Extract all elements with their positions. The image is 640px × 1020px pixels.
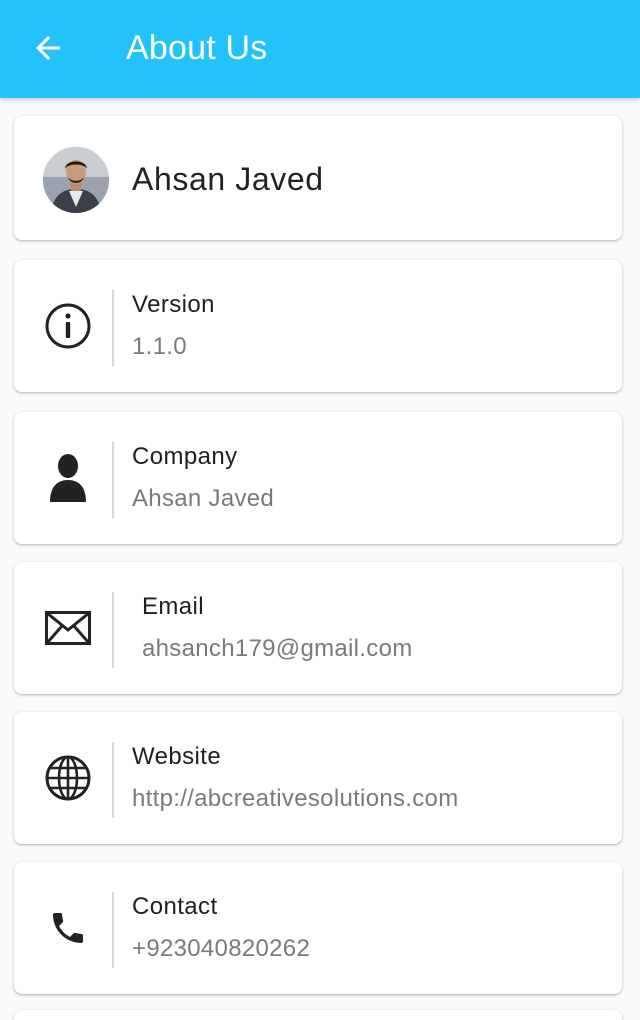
back-button[interactable]: [24, 24, 72, 72]
person-icon: [42, 452, 94, 504]
contact-card[interactable]: Contact +923040820262: [14, 862, 622, 994]
divider: [112, 442, 114, 518]
arrow-left-icon: [36, 36, 60, 60]
envelope-icon: [42, 602, 94, 654]
version-value: 1.1.0: [132, 333, 187, 360]
info-icon: [42, 300, 94, 352]
company-label: Company: [132, 443, 238, 470]
app-bar: About Us: [0, 0, 640, 98]
divider: [112, 290, 114, 366]
page-title: About Us: [126, 29, 268, 67]
next-card[interactable]: [14, 1010, 622, 1020]
contact-label: Contact: [132, 893, 218, 920]
divider: [112, 892, 114, 968]
contact-value[interactable]: +923040820262: [132, 934, 310, 964]
email-value[interactable]: ahsanch179@gmail.com: [142, 634, 413, 664]
divider: [112, 742, 114, 818]
avatar: [43, 147, 109, 213]
divider: [112, 592, 114, 668]
website-label: Website: [132, 743, 222, 770]
profile-card[interactable]: Ahsan Javed: [14, 116, 622, 240]
version-label: Version: [132, 291, 215, 318]
about-content: Ahsan Javed Version 1.1.0 Company Ahsan …: [0, 98, 640, 1020]
website-card[interactable]: Website http://abcreativesolutions.com: [14, 712, 622, 844]
email-label: Email: [142, 593, 205, 620]
phone-icon: [42, 902, 94, 954]
profile-name: Ahsan Javed: [132, 161, 324, 197]
email-card[interactable]: Email ahsanch179@gmail.com: [14, 562, 622, 694]
website-value[interactable]: http://abcreativesolutions.com: [132, 784, 459, 814]
company-card[interactable]: Company Ahsan Javed: [14, 412, 622, 544]
company-value: Ahsan Javed: [132, 485, 275, 512]
version-card[interactable]: Version 1.1.0: [14, 260, 622, 392]
globe-icon: [42, 752, 94, 804]
